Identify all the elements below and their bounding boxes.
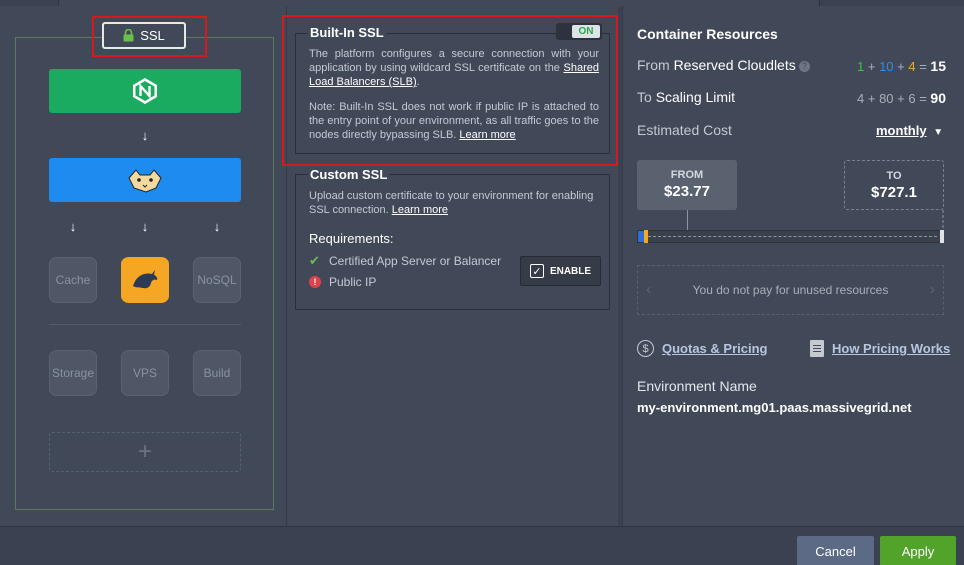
requirement-item: ✔ Certified App Server or Balancer xyxy=(309,253,502,268)
unused-resources-box: ‹ You do not pay for unused resources › xyxy=(637,265,944,315)
divider xyxy=(49,324,241,325)
tomcat-app-server-node[interactable] xyxy=(49,158,241,202)
build-label: Build xyxy=(203,366,231,380)
arrow-down-icon: ↓ xyxy=(141,128,149,143)
nosql-label: NoSQL xyxy=(197,273,237,287)
requirements-title: Requirements: xyxy=(309,231,394,246)
mysql-dolphin-icon xyxy=(133,270,158,289)
nginx-icon xyxy=(133,78,157,104)
nginx-balancer-node[interactable] xyxy=(49,69,241,113)
checkbox-icon: ✓ xyxy=(529,264,544,278)
ssl-highlight-box xyxy=(92,16,207,57)
cache-label: Cache xyxy=(55,273,91,287)
container-resources-title: Container Resources xyxy=(637,26,778,42)
cancel-button[interactable]: Cancel xyxy=(797,536,874,565)
learn-more-link[interactable]: Learn more xyxy=(392,204,448,216)
dollar-icon: $ xyxy=(637,340,654,357)
vps-node[interactable]: VPS xyxy=(121,350,169,396)
from-cost-box: FROM $23.77 xyxy=(637,160,737,210)
build-node[interactable]: Build xyxy=(193,350,241,396)
enable-custom-ssl-button[interactable]: ✓ ENABLE xyxy=(520,256,601,286)
builtin-ssl-highlight-box xyxy=(282,15,618,166)
add-node-button[interactable]: + xyxy=(49,432,241,472)
custom-ssl-title: Custom SSL xyxy=(308,167,390,182)
tomcat-icon xyxy=(128,169,162,193)
environment-name-label: Environment Name xyxy=(637,378,757,394)
checkmark-icon: ✔ xyxy=(309,253,320,268)
caret-down-icon: ▼ xyxy=(933,127,944,138)
custom-ssl-description: Upload custom certificate to your enviro… xyxy=(309,190,594,216)
how-pricing-works-link[interactable]: How Pricing Works xyxy=(810,340,950,357)
nosql-node[interactable]: NoSQL xyxy=(193,257,241,303)
apply-button[interactable]: Apply xyxy=(880,536,956,565)
mysql-database-node[interactable] xyxy=(121,257,169,303)
cache-node[interactable]: Cache xyxy=(49,257,97,303)
arrow-down-icon: ↓ xyxy=(69,219,77,234)
help-icon[interactable]: ? xyxy=(798,60,810,72)
arrow-down-icon: ↓ xyxy=(141,219,149,234)
slider-range xyxy=(648,236,937,237)
to-cost-box: TO $727.1 xyxy=(844,160,944,210)
arrow-down-icon: ↓ xyxy=(213,219,221,234)
cost-range-slider[interactable] xyxy=(637,230,944,243)
chevron-left-icon[interactable]: ‹ xyxy=(646,281,651,299)
environment-name-value[interactable]: my-environment.mg01.paas.massivegrid.net xyxy=(637,400,912,415)
scaling-limit-calc: 4 + 80 + 6 = 90 xyxy=(857,90,946,106)
alert-icon: ! xyxy=(309,276,321,288)
vps-label: VPS xyxy=(132,366,157,380)
reserved-cloudlets-calc: 1 + 10 + 4 = 15 xyxy=(857,58,946,74)
plus-icon: + xyxy=(137,438,152,465)
scaling-limit-row: To Scaling Limit xyxy=(637,89,736,105)
storage-label: Storage xyxy=(51,366,95,380)
reserved-cloudlets-row: From Reserved Cloudlets? xyxy=(637,57,810,73)
document-icon xyxy=(810,340,824,357)
slider-handle-max[interactable] xyxy=(940,230,944,243)
cost-period-dropdown[interactable]: monthly ▼ xyxy=(876,123,943,138)
quotas-pricing-link[interactable]: $ Quotas & Pricing xyxy=(637,340,767,357)
storage-node[interactable]: Storage xyxy=(49,350,97,396)
range-connector xyxy=(687,210,944,230)
estimated-cost-label: Estimated Cost xyxy=(637,122,732,138)
chevron-right-icon[interactable]: › xyxy=(930,281,935,299)
requirement-item: ! Public IP xyxy=(309,275,376,289)
